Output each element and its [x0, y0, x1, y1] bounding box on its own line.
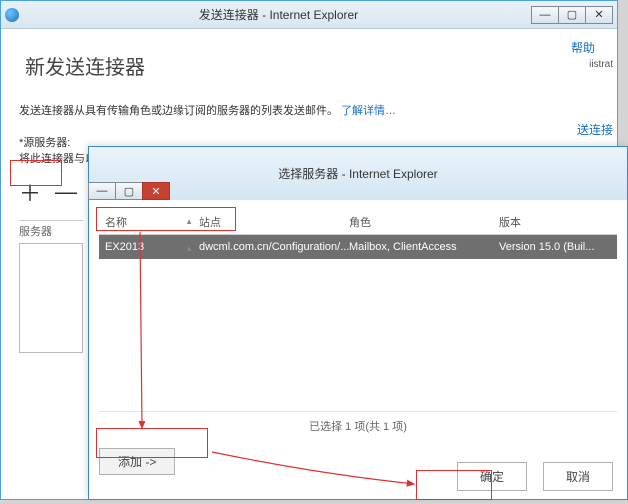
window-title-front: 选择服务器 - Internet Explorer	[89, 165, 627, 182]
minimize-button[interactable]: —	[88, 182, 116, 200]
remove-icon[interactable]: —	[55, 179, 77, 205]
table-row[interactable]: EX2013 dwcml.com.cn/Configuration/... Ma…	[99, 235, 617, 259]
cell-name: EX2013	[99, 241, 199, 253]
description-text: 发送连接器从具有传输角色或边缘订阅的服务器的列表发送邮件。 了解详情…	[19, 102, 599, 118]
help-link[interactable]: 帮助	[571, 39, 595, 56]
window-title-back: 发送连接器 - Internet Explorer	[25, 6, 532, 23]
add-icon[interactable]: ＋	[19, 176, 41, 208]
server-grid: 名称 站点 角色 版本 EX2013 dwcml.com.cn/Configur…	[99, 210, 617, 440]
cell-version: Version 15.0 (Buil...	[499, 241, 617, 253]
column-version[interactable]: 版本	[499, 214, 617, 230]
grid-header[interactable]: 名称 站点 角色 版本	[99, 210, 617, 235]
clipped-text: iistrat	[589, 59, 613, 70]
ie-icon	[5, 8, 19, 22]
cell-role: Mailbox, ClientAccess	[349, 241, 499, 253]
ok-button[interactable]: 确定	[457, 462, 527, 491]
learn-more-link[interactable]: 了解详情…	[341, 105, 396, 117]
cell-site: dwcml.com.cn/Configuration/...	[199, 241, 349, 253]
page-title: 新发送连接器	[25, 51, 599, 80]
close-button[interactable]: ✕	[585, 6, 613, 24]
add-button[interactable]: 添加 ->	[99, 448, 175, 475]
titlebar-back[interactable]: 发送连接器 - Internet Explorer — ▢ ✕	[1, 1, 617, 29]
select-server-dialog: 选择服务器 - Internet Explorer — ▢ ✕ 名称 站点 角色…	[88, 146, 628, 500]
column-name[interactable]: 名称	[99, 214, 199, 230]
grid-footer: 已选择 1 项(共 1 项)	[99, 411, 617, 440]
column-role[interactable]: 角色	[349, 214, 499, 230]
close-button[interactable]: ✕	[142, 182, 170, 200]
column-server-label: 服务器	[19, 220, 83, 239]
titlebar-front[interactable]: 选择服务器 - Internet Explorer — ▢ ✕	[89, 147, 627, 200]
maximize-button[interactable]: ▢	[558, 6, 586, 24]
grid-body[interactable]: EX2013 dwcml.com.cn/Configuration/... Ma…	[99, 235, 617, 411]
column-site[interactable]: 站点	[199, 214, 349, 230]
minimize-button[interactable]: —	[531, 6, 559, 24]
cancel-button[interactable]: 取消	[543, 462, 613, 491]
server-listbox[interactable]	[19, 243, 83, 353]
clipped-link[interactable]: 送连接	[577, 121, 613, 138]
maximize-button[interactable]: ▢	[115, 182, 143, 200]
description-prefix: 发送连接器从具有传输角色或边缘订阅的服务器的列表发送邮件。	[19, 105, 338, 117]
